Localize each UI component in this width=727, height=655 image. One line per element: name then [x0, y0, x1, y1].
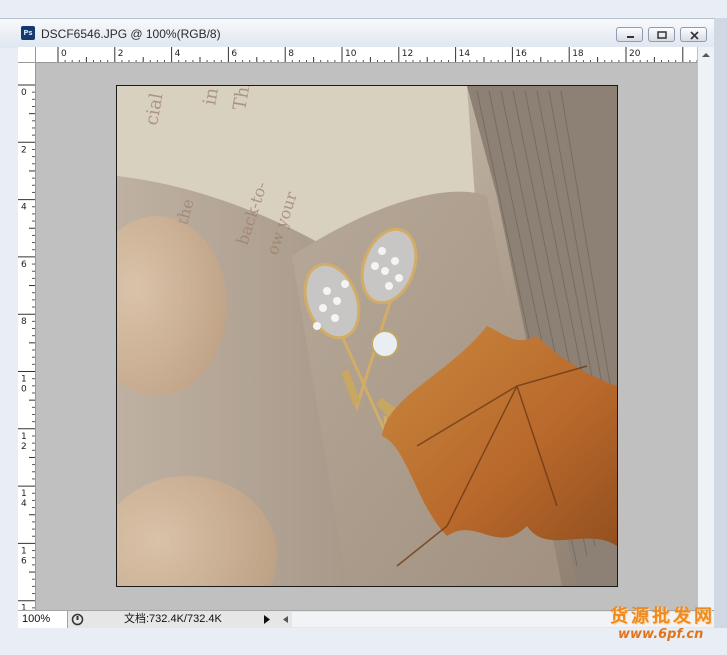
ruler-label: 16: [21, 546, 27, 566]
status-info-icon[interactable]: [70, 612, 85, 627]
status-menu-arrow-icon[interactable]: [262, 614, 272, 625]
scroll-left-icon[interactable]: [280, 614, 290, 625]
watermark-url: www.6pf.cn: [618, 627, 704, 642]
window-title: DSCF6546.JPG @ 100%(RGB/8): [41, 27, 221, 41]
ruler-label: 14: [459, 49, 471, 59]
background-window-edge: [714, 18, 727, 628]
zoom-level-field[interactable]: 100%: [18, 611, 68, 628]
ruler-label: 2: [118, 49, 124, 59]
ruler-label: 6: [231, 49, 237, 59]
minimize-button[interactable]: [616, 27, 643, 42]
ruler-label: 8: [21, 317, 27, 327]
ruler-origin[interactable]: [18, 47, 36, 63]
scroll-up-icon[interactable]: [698, 47, 714, 63]
document-window: Ps DSCF6546.JPG @ 100%(RGB/8) 2024681012…: [0, 0, 727, 655]
ruler-label: 14: [21, 489, 27, 509]
ruler-label: 8: [288, 49, 294, 59]
photo-brooch-on-book: cial in Thi back-to- ow your the: [117, 86, 617, 586]
photo-image[interactable]: cial in Thi back-to- ow your the: [116, 85, 618, 587]
ruler-label: 20: [629, 49, 641, 59]
maximize-icon: [657, 31, 667, 39]
minimize-icon: [627, 36, 634, 38]
vertical-ruler-ticks: 024681 01 21 41 61: [18, 84, 35, 610]
close-button[interactable]: [680, 27, 707, 42]
document-size-info: 文档:732.4K/732.4K: [124, 613, 222, 625]
horizontal-ruler-ticks: 202468101214161820: [57, 47, 697, 62]
ruler-label: 12: [402, 49, 413, 59]
vertical-scrollbar[interactable]: [697, 47, 714, 610]
vertical-ruler[interactable]: 02468101214161: [18, 63, 36, 610]
ruler-label: 12: [21, 432, 27, 452]
photoshop-document-icon: Ps: [21, 26, 35, 40]
ruler-label: 18: [572, 49, 584, 59]
ruler-label: 10: [345, 49, 357, 59]
maximize-button[interactable]: [648, 27, 675, 42]
ruler-label: 4: [21, 203, 27, 213]
site-watermark: 货源批发网 www.6pf.cn: [606, 600, 727, 655]
ruler-label: 2: [21, 145, 27, 155]
watermark-title: 货源批发网: [610, 606, 715, 627]
canvas-area[interactable]: cial in Thi back-to- ow your the: [36, 63, 697, 610]
ruler-label: 0: [21, 88, 27, 98]
ruler-label: 6: [21, 260, 27, 270]
ruler-label: 0: [61, 49, 67, 59]
ruler-label: 16: [515, 49, 527, 59]
close-icon: [690, 31, 699, 40]
ruler-label: 4: [175, 49, 181, 59]
ruler-label: 10: [21, 375, 27, 395]
horizontal-ruler[interactable]: 202468101214161820: [36, 47, 697, 63]
title-bar[interactable]: Ps DSCF6546.JPG @ 100%(RGB/8): [0, 18, 714, 48]
